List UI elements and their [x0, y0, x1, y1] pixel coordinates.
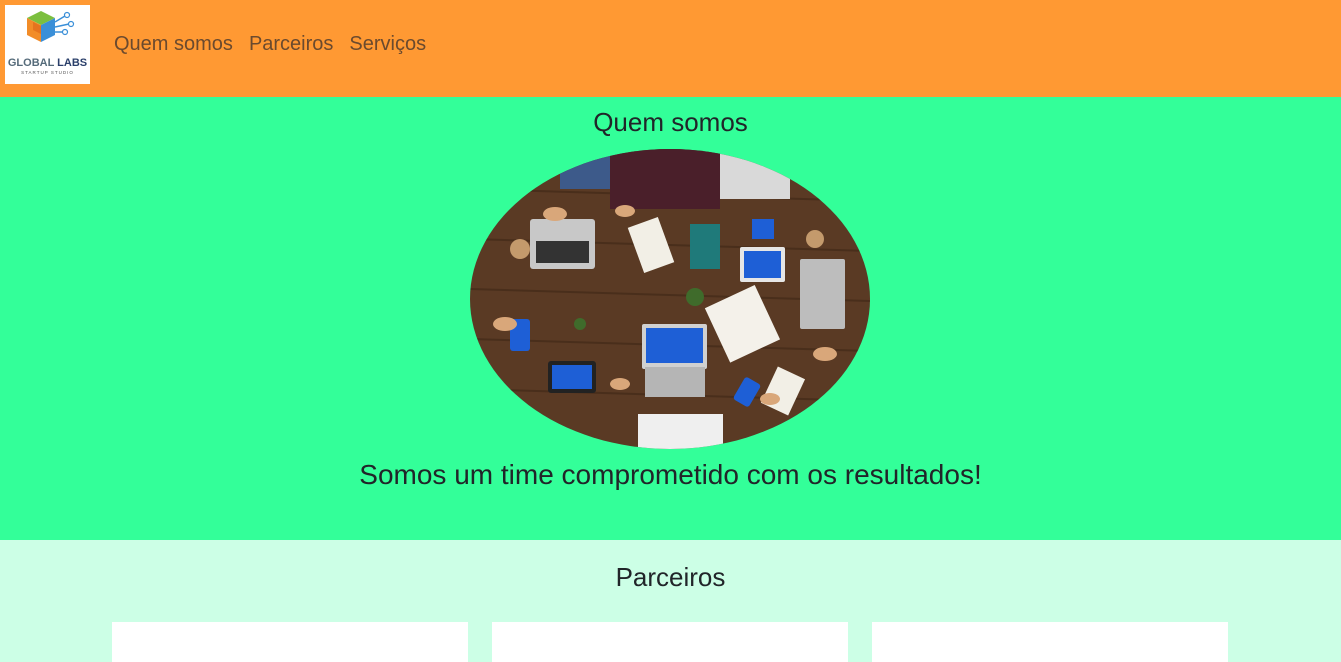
logo-text-secondary: LABS: [57, 57, 88, 69]
navbar: GLOBAL LABS STARTUP STUDIO Quem somos Pa…: [0, 0, 1341, 97]
partners-title: Parceiros: [615, 562, 726, 592]
logo-text: GLOBAL LABS: [8, 57, 87, 69]
partner-card: [112, 622, 468, 662]
nav-link-parceiros[interactable]: Parceiros: [249, 32, 333, 56]
about-title: Quem somos: [593, 107, 748, 137]
logo-subtext: STARTUP STUDIO: [21, 70, 74, 75]
logo-text-primary: GLOBAL: [7, 57, 55, 69]
logo[interactable]: GLOBAL LABS STARTUP STUDIO: [5, 5, 90, 84]
about-tagline: Somos um time comprometido com os result…: [359, 459, 982, 490]
about-section: Quem somos Somos um time comprometido co…: [0, 97, 1341, 540]
team-photo: [470, 149, 870, 449]
logo-cube-icon: [26, 11, 74, 42]
team-photo-illustration: [470, 149, 870, 449]
partner-card: [872, 622, 1228, 662]
partners-section: Parceiros: [0, 540, 1341, 662]
nav-link-quem-somos[interactable]: Quem somos: [114, 32, 233, 56]
partner-card: [492, 622, 848, 662]
nav-link-servicos[interactable]: Serviços: [349, 32, 426, 56]
nav-links: Quem somos Parceiros Serviços: [114, 32, 442, 56]
